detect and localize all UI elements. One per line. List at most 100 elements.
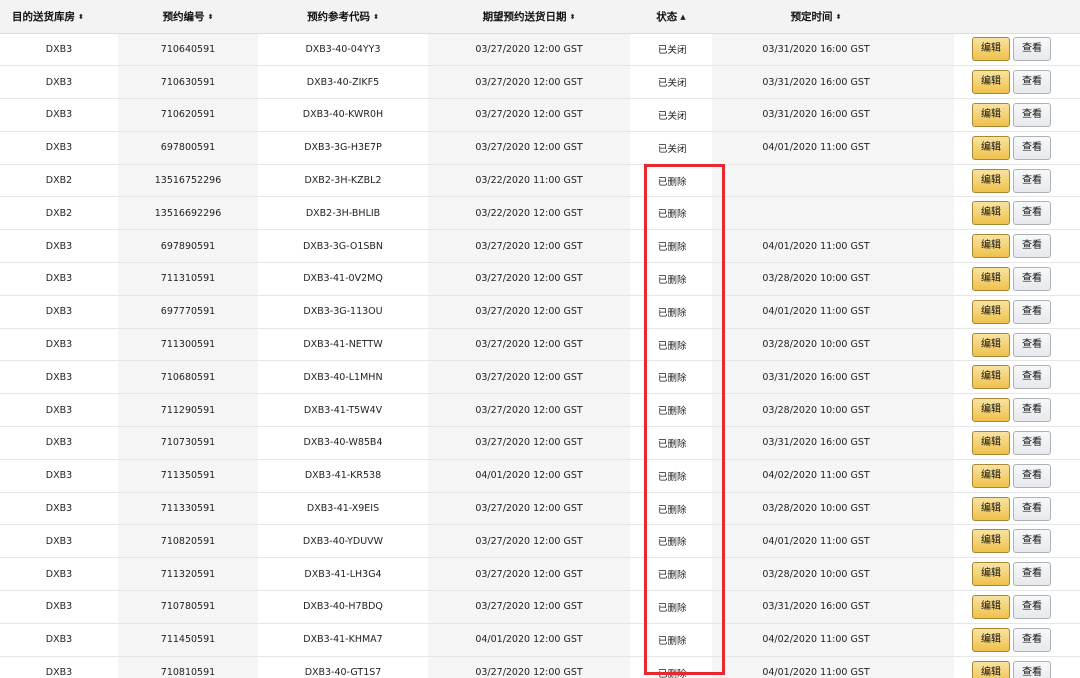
header-destination-warehouse[interactable]: 目的送货库房 ⬍ [0, 0, 118, 34]
cell-appointment-id: 13516692296 [118, 196, 258, 231]
edit-button[interactable]: 编辑 [972, 627, 1010, 652]
edit-button[interactable]: 编辑 [972, 70, 1010, 95]
cell-status: 已删除 [630, 426, 712, 460]
cell-reference-code: DXB3-40-GT1S7 [258, 656, 428, 678]
cell-status: 已删除 [630, 295, 712, 329]
edit-button[interactable]: 编辑 [972, 365, 1010, 390]
edit-button[interactable]: 编辑 [972, 201, 1010, 226]
header-status[interactable]: 状态 ▲ [630, 0, 712, 34]
cell-reference-code: DXB3-3G-113OU [258, 295, 428, 329]
view-button[interactable]: 查看 [1013, 70, 1051, 95]
edit-button[interactable]: 编辑 [972, 266, 1010, 291]
cell-scheduled-time [712, 196, 920, 231]
view-button[interactable]: 查看 [1013, 299, 1051, 324]
cell-status: 已删除 [630, 492, 712, 526]
cell-appointment-id: 711330591 [118, 492, 258, 526]
cell-scheduled-time: 04/01/2020 11:00 GST [712, 229, 920, 264]
cell-appointment-id: 711450591 [118, 623, 258, 657]
view-button[interactable]: 查看 [1013, 627, 1051, 652]
cell-status: 已删除 [630, 229, 712, 264]
sort-icon[interactable]: ⬍ [78, 13, 84, 21]
edit-button[interactable]: 编辑 [972, 594, 1010, 619]
cell-status: 已删除 [630, 393, 712, 428]
view-button[interactable]: 查看 [1013, 332, 1051, 357]
sort-icon[interactable]: ⬍ [208, 13, 214, 21]
edit-button[interactable]: 编辑 [972, 299, 1010, 324]
view-button[interactable]: 查看 [1013, 529, 1051, 554]
header-appointment-id-label: 预约编号 [162, 10, 205, 23]
table-row: DXB3 710820591 DXB3-40-YDUVW 03/27/2020 12:… [0, 524, 1080, 559]
edit-button[interactable]: 编辑 [972, 168, 1010, 193]
header-expected-date[interactable]: 期望预约送货日期 ⬍ [428, 0, 630, 34]
table-row: DXB3 710810591 DXB3-40-GT1S7 03/27/2020 12:… [0, 656, 1080, 678]
view-button[interactable]: 查看 [1013, 102, 1051, 127]
cell-destination-warehouse: DXB3 [0, 426, 118, 460]
cell-spacer [920, 328, 954, 362]
cell-spacer [920, 229, 954, 264]
cell-destination-warehouse: DXB3 [0, 623, 118, 657]
cell-expected-date: 03/27/2020 12:00 GST [428, 557, 630, 592]
edit-button[interactable]: 编辑 [972, 102, 1010, 127]
cell-spacer [920, 98, 954, 132]
cell-spacer [920, 524, 954, 559]
edit-button[interactable]: 编辑 [972, 463, 1010, 488]
cell-appointment-id: 710730591 [118, 426, 258, 460]
table-row: DXB3 711350591 DXB3-41-KR538 04/01/2020 12:… [0, 459, 1080, 493]
cell-expected-date: 04/01/2020 12:00 GST [428, 623, 630, 657]
table-row: DXB3 710730591 DXB3-40-W85B4 03/27/2020 12:… [0, 426, 1080, 460]
view-button[interactable]: 查看 [1013, 234, 1051, 259]
view-button[interactable]: 查看 [1013, 562, 1051, 587]
view-button[interactable]: 查看 [1013, 430, 1051, 455]
cell-destination-warehouse: DXB3 [0, 33, 118, 67]
view-button[interactable]: 查看 [1013, 168, 1051, 193]
cell-appointment-id: 710620591 [118, 98, 258, 132]
view-button[interactable]: 查看 [1013, 398, 1051, 423]
view-button[interactable]: 查看 [1013, 463, 1051, 488]
table-row: DXB3 710630591 DXB3-40-ZIKF5 03/27/2020 12:… [0, 65, 1080, 100]
cell-spacer [920, 459, 954, 493]
view-button[interactable]: 查看 [1013, 266, 1051, 291]
edit-button[interactable]: 编辑 [972, 135, 1010, 160]
cell-reference-code: DXB3-41-KHMA7 [258, 623, 428, 657]
header-actions [954, 0, 1080, 34]
view-button[interactable]: 查看 [1013, 594, 1051, 619]
edit-button[interactable]: 编辑 [972, 398, 1010, 423]
header-reference-code[interactable]: 预约参考代码 ⬍ [258, 0, 428, 34]
edit-button[interactable]: 编辑 [972, 562, 1010, 587]
cell-status: 已删除 [630, 557, 712, 592]
edit-button[interactable]: 编辑 [972, 37, 1010, 62]
sort-icon[interactable]: ⬍ [836, 13, 842, 21]
header-appointment-id[interactable]: 预约编号 ⬍ [118, 0, 258, 34]
sort-icon[interactable]: ⬍ [570, 13, 576, 21]
view-button[interactable]: 查看 [1013, 660, 1051, 678]
cell-scheduled-time: 03/28/2020 10:00 GST [712, 393, 920, 428]
view-button[interactable]: 查看 [1013, 496, 1051, 521]
cell-reference-code: DXB3-40-04YY3 [258, 33, 428, 67]
view-button[interactable]: 查看 [1013, 201, 1051, 226]
edit-button[interactable]: 编辑 [972, 430, 1010, 455]
cell-actions: 编辑 查看 [954, 164, 1080, 198]
table-header-row: 目的送货库房 ⬍ 预约编号 ⬍ 预约参考代码 ⬍ 期望预约送货日期 ⬍ 状态 ▲ 预定时间… [0, 0, 1080, 34]
view-button[interactable]: 查看 [1013, 37, 1051, 62]
table-row: DXB3 711450591 DXB3-41-KHMA7 04/01/2020 12:… [0, 623, 1080, 657]
cell-destination-warehouse: DXB2 [0, 196, 118, 231]
edit-button[interactable]: 编辑 [972, 660, 1010, 678]
edit-button[interactable]: 编辑 [972, 332, 1010, 357]
header-spacer [920, 0, 954, 34]
header-scheduled-time[interactable]: 预定时间 ⬍ [712, 0, 920, 34]
view-button[interactable]: 查看 [1013, 365, 1051, 390]
cell-scheduled-time: 04/01/2020 11:00 GST [712, 524, 920, 559]
edit-button[interactable]: 编辑 [972, 234, 1010, 259]
view-button[interactable]: 查看 [1013, 135, 1051, 160]
cell-expected-date: 03/27/2020 12:00 GST [428, 590, 630, 624]
cell-actions: 编辑 查看 [954, 459, 1080, 493]
sort-ascending-icon[interactable]: ▲ [680, 13, 685, 21]
sort-icon[interactable]: ⬍ [373, 13, 379, 21]
cell-actions: 编辑 查看 [954, 623, 1080, 657]
cell-actions: 编辑 查看 [954, 65, 1080, 100]
cell-scheduled-time: 04/01/2020 11:00 GST [712, 656, 920, 678]
cell-scheduled-time: 03/28/2020 10:00 GST [712, 492, 920, 526]
cell-destination-warehouse: DXB3 [0, 131, 118, 165]
edit-button[interactable]: 编辑 [972, 529, 1010, 554]
edit-button[interactable]: 编辑 [972, 496, 1010, 521]
